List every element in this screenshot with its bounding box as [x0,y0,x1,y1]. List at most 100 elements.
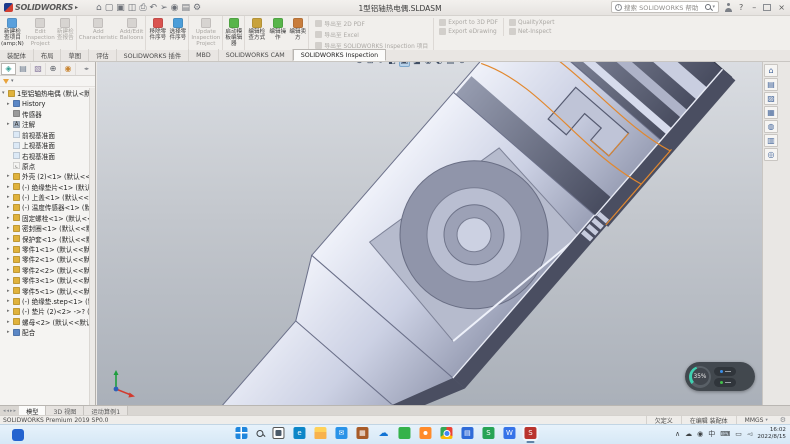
taskbar-app-icon[interactable]: ▦ [356,427,368,439]
headsup-icon[interactable]: ◐ [435,62,444,66]
graphics-viewport[interactable]: ⊕ ⊞ ↺ ◧ ▣ ◪ ◉ ◐ ▤ ⚙ [97,62,762,405]
tree-scrollbar[interactable] [89,88,95,405]
taskbar-app-icon[interactable] [440,427,452,439]
ribbon-button[interactable]: 新建检 查报告 [56,16,77,50]
taskbar-app-icon[interactable]: S [482,427,494,439]
taskbar-app-icon[interactable] [314,427,326,439]
filter-caret-icon[interactable]: ▾ [11,78,14,84]
task-pane-tab[interactable]: ▨ [764,92,778,105]
taskbar-app-icon[interactable]: S [524,427,536,439]
status-gear-icon[interactable]: ⚙ [776,416,790,424]
commandmanager-tab[interactable]: SOLIDWORKS Inspection [293,49,386,61]
quick-access-button[interactable]: ⌂ [96,3,102,13]
quick-access-button[interactable]: ◫ [128,3,137,13]
tree-item[interactable]: ▸ 零件1<1> (默认<<默认>_显示状态 [0,244,89,254]
export-menu-item[interactable]: 导出至 Excel [315,30,428,39]
tree-item[interactable]: ▸ 配合 [0,327,89,337]
task-pane-tab[interactable]: ◍ [764,120,778,133]
assembly-model-3d[interactable] [97,62,762,405]
export-menu-item[interactable]: QualityXpert [509,19,555,26]
help-button[interactable]: ? [737,3,745,12]
ribbon-button[interactable]: Update Inspection Project [190,16,223,50]
solidworks-logo[interactable]: SOLIDWORKS ▸ [0,3,82,12]
taskbar-app-icon[interactable]: ✉ [335,427,347,439]
restore-button[interactable] [763,4,771,11]
quick-access-button[interactable]: ↶ [150,3,158,13]
tree-item[interactable]: ▸ 螺母<2> (默认<<默认>_显示状态 [0,317,89,327]
tab-scroll-icon[interactable]: ▸ [10,408,13,414]
headsup-icon[interactable]: ↺ [376,62,385,66]
tree-item[interactable]: ▸ (-) 垫片 (2)<2> ->? (默认<<默认, [0,306,89,316]
tree-item[interactable]: ▸ (-) 绝缘垫片<1> (默认<<默认>_显 [0,182,89,192]
tree-filter[interactable]: ▾ [0,76,95,87]
commandmanager-tab[interactable]: 评估 [89,49,117,61]
task-pane-tab[interactable]: ▥ [764,134,778,147]
tray-icon[interactable]: ◅ [747,429,752,439]
tray-icon[interactable]: ⌨ [720,429,730,439]
tree-item[interactable]: ▸ 固定螺栓<1> (默认<<默认>_显示 [0,213,89,223]
headsup-icon[interactable]: ◉ [424,62,433,66]
tree-item[interactable]: ▸ 保护套<1> (默认<<默认>_显示状 [0,233,89,243]
quick-access-button[interactable]: ⚙ [193,3,201,13]
ribbon-button[interactable]: 选择零 件序号 [168,16,189,50]
tray-icon[interactable]: 中 [708,429,715,439]
tray-icon[interactable]: ∧ [675,429,680,439]
ribbon-button[interactable]: 编辑卖 方 [288,16,309,50]
units-selector[interactable]: MMGS ▾ [736,416,776,424]
export-menu-item[interactable]: 导出至 2D PDF [315,19,428,28]
task-pane-tab[interactable]: ▦ [764,106,778,119]
taskbar-app-icon[interactable]: ▤ [461,427,473,439]
ribbon-button[interactable]: 新建检 查项目 (amp;N) [0,16,25,50]
tree-item[interactable]: ▸ 零件3<1> (默认<<默认>_显示状 [0,275,89,285]
tab-scroll-icon[interactable]: ◂ [3,408,6,414]
tray-icon[interactable]: ◉ [697,429,703,439]
taskbar-app-icon[interactable]: e [293,427,305,439]
headsup-icon[interactable]: ◧ [387,62,397,66]
export-menu-item[interactable]: Export eDrawing [439,28,498,35]
headsup-icon[interactable]: ⚙ [457,62,466,66]
quick-access-button[interactable]: ◉ [171,3,179,13]
ribbon-button[interactable]: 移除零 件序号 [147,16,168,50]
commandmanager-tab[interactable]: SOLIDWORKS CAM [219,49,293,61]
ribbon-button[interactable]: Add/Edit Balloons [119,16,147,50]
ribbon-button[interactable]: Add Characteristic [78,16,119,50]
panel-tab[interactable]: ◈ [1,63,16,75]
commandmanager-tab[interactable]: 草图 [61,49,89,61]
task-pane-tab[interactable]: ▤ [764,78,778,91]
user-account-icon[interactable] [724,3,732,12]
ribbon-button[interactable]: 启动模 板编辑 器 [224,16,245,50]
overlay-button-top[interactable] [714,367,736,376]
tree-root-item[interactable]: ▾ 1型铝轴热电偶 (默认<默认_显示状态-1 [0,88,89,98]
tree-item[interactable]: ⌞ 原点 [0,161,89,171]
tree-item[interactable]: ▸ A 注解 [0,119,89,129]
logo-expand-arrow-icon[interactable]: ▸ [75,4,78,11]
help-search-box[interactable]: i 搜索 SOLIDWORKS 帮助 ▾ [611,1,719,13]
quick-access-button[interactable]: ⎙ [139,3,146,13]
headsup-icon[interactable]: ▤ [446,62,456,66]
taskbar-app-icon[interactable] [419,427,431,439]
quick-access-button[interactable]: ▤ [181,3,190,13]
panel-tab[interactable]: ▤ [16,63,31,75]
commandmanager-tab[interactable]: 装配体 [0,49,34,61]
panel-tab-scroll-icon[interactable]: ◂▸ [82,66,89,72]
taskbar-clock[interactable]: 16:02 2022/8/15 [757,427,786,440]
tab-scroll-icon[interactable]: ◂ [7,408,10,414]
headsup-icon[interactable]: ⊕ [355,62,364,66]
panel-tab[interactable]: ⊕ [46,63,61,75]
tree-item[interactable]: 上视基准面 [0,140,89,150]
tree-item[interactable]: 前视基准面 [0,130,89,140]
search-caret-icon[interactable]: ▾ [713,4,716,10]
recorder-overlay[interactable]: 35% [685,362,755,391]
tree-item[interactable]: ▸ 密封圈<1> (默认<<默认>_显示状 [0,223,89,233]
taskbar-app-icon[interactable] [398,427,410,439]
tree-item[interactable]: ▸ 零件2<1> (默认<<默认>_显示状 [0,254,89,264]
headsup-icon[interactable]: ⊞ [366,62,375,66]
headsup-icon[interactable]: ▣ [399,62,411,67]
close-button[interactable]: × [776,3,787,12]
tree-item[interactable]: 传感器 [0,109,89,119]
search-icon[interactable] [705,4,711,10]
export-menu-item[interactable]: Export to 3D PDF [439,19,498,26]
tree-item[interactable]: ▸ (-) 温度传感器<1> (默认<<默认>_ [0,202,89,212]
tree-item[interactable]: ▸ History [0,98,89,108]
tree-item[interactable]: ▸ 外壳 (2)<1> (默认<<默认>_显示状 [0,171,89,181]
